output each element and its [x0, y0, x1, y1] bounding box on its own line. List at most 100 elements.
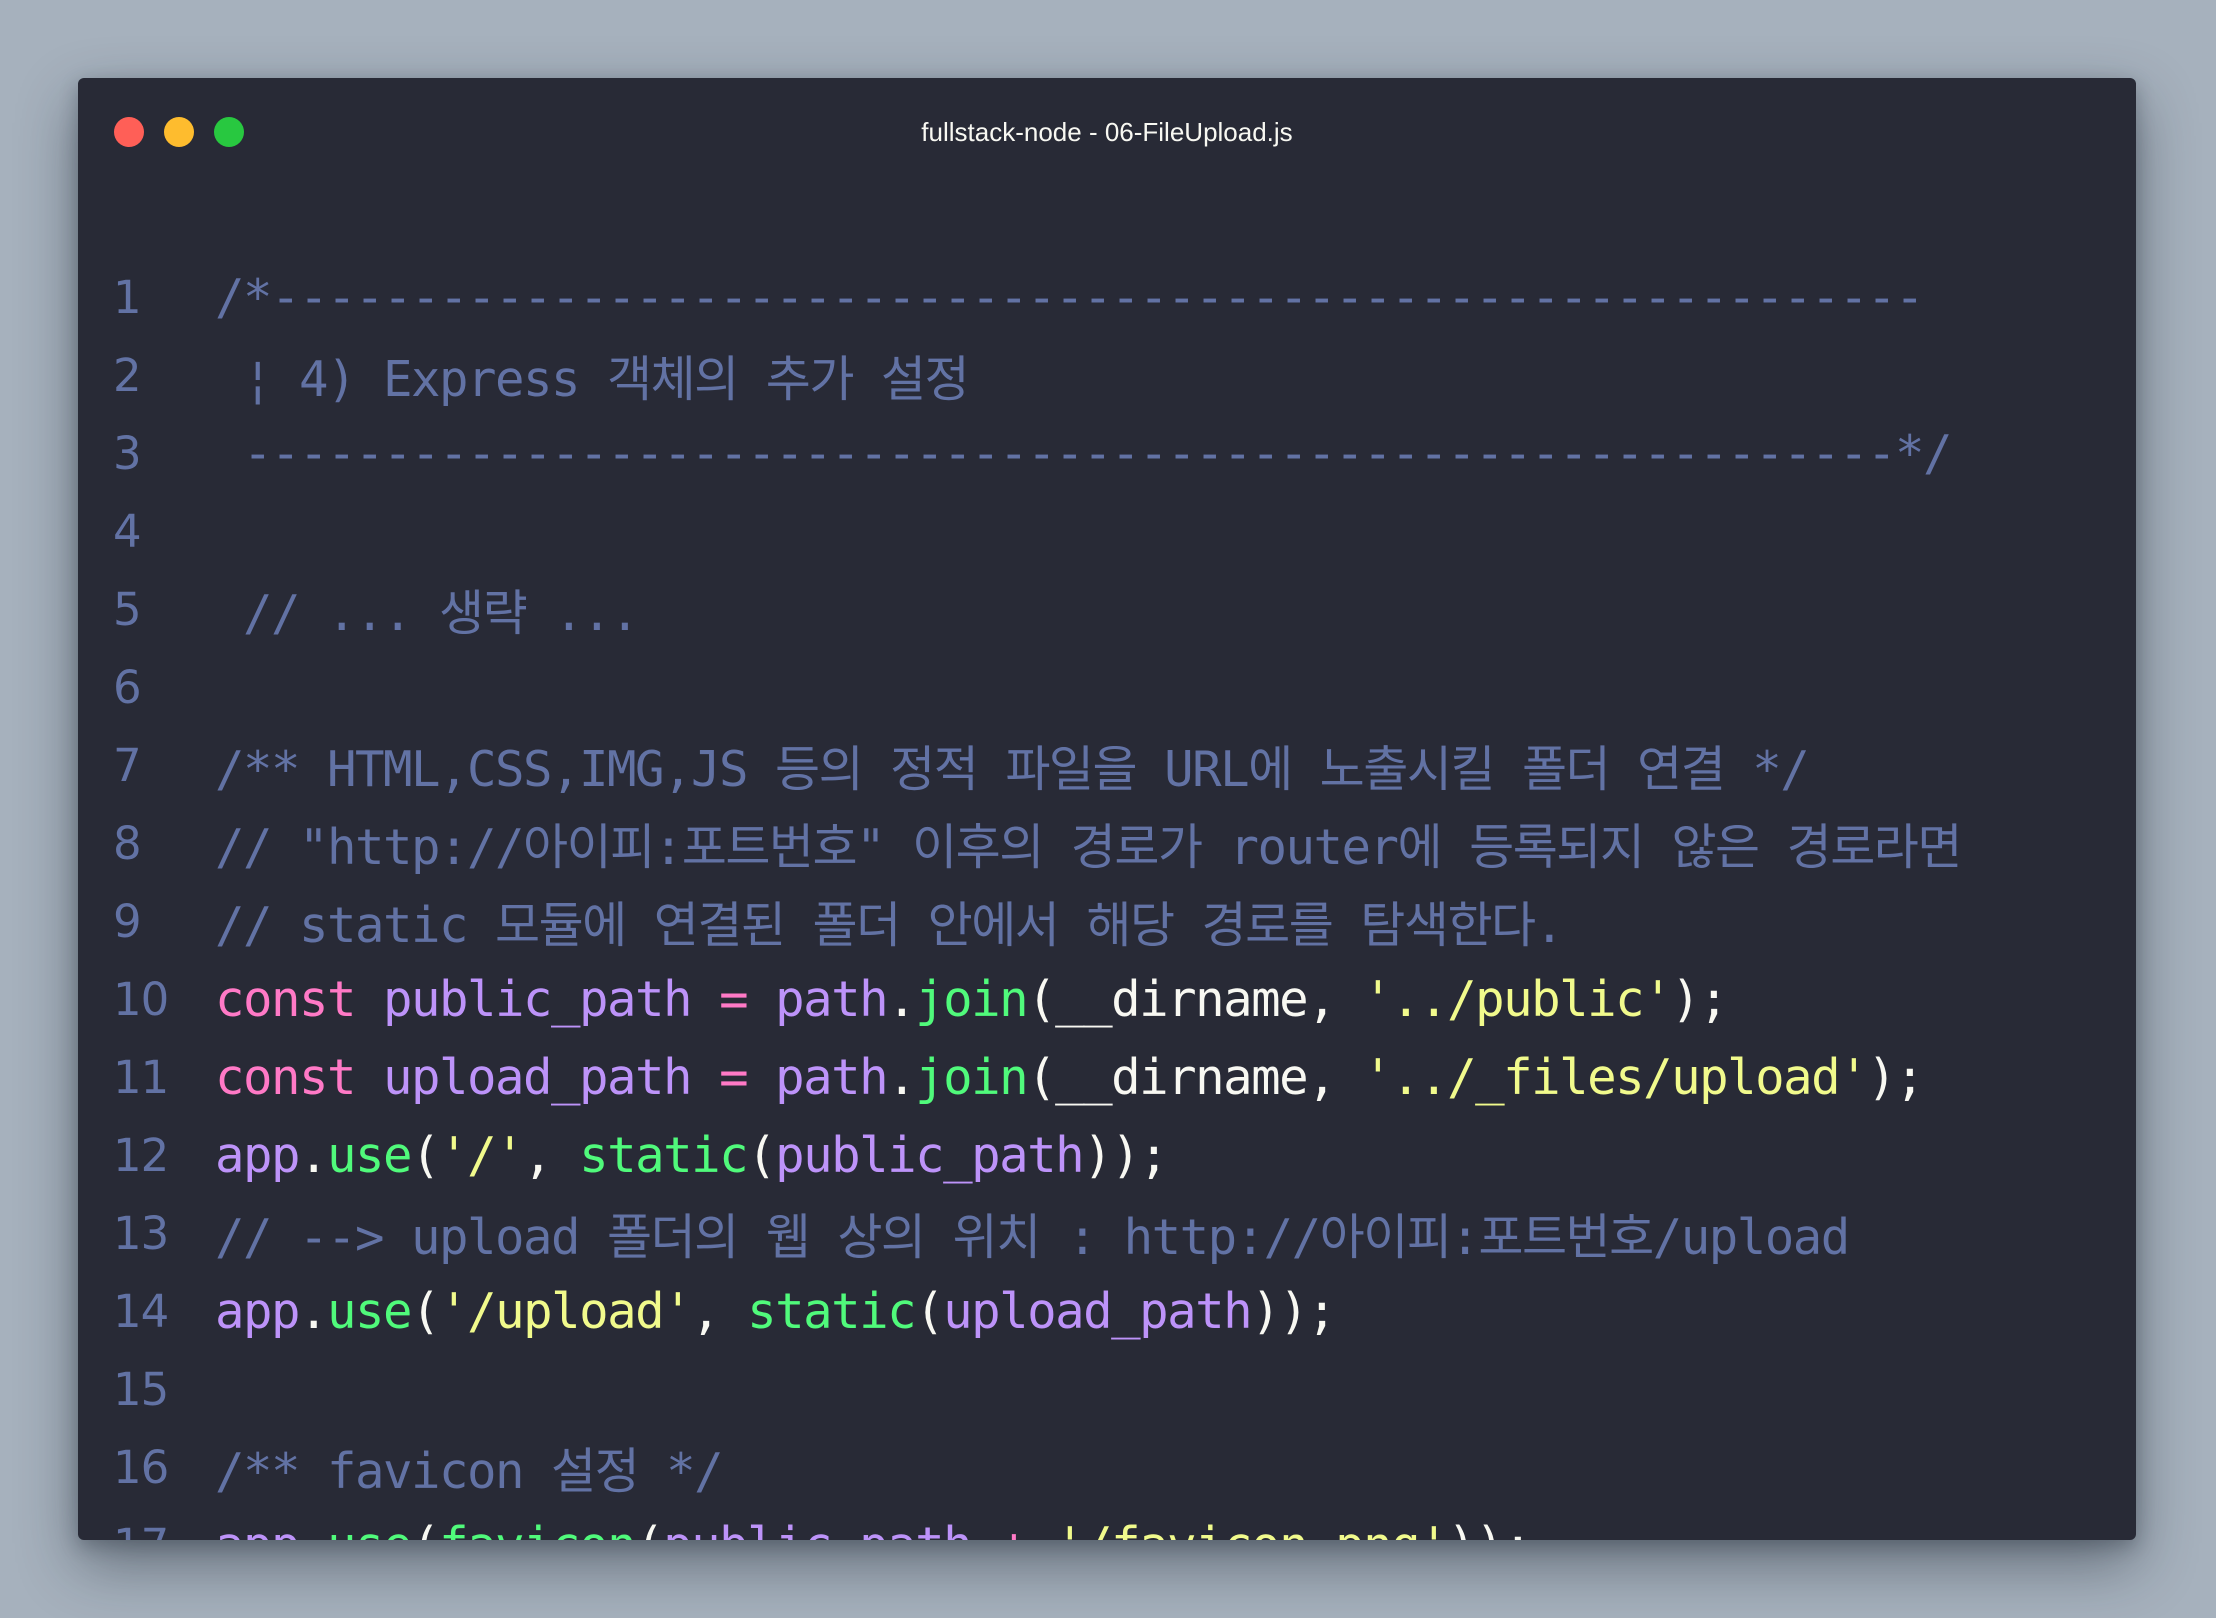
code-token: const [215, 970, 357, 1028]
code-token: , [523, 1126, 580, 1184]
code-token: public_path [383, 970, 693, 1028]
code-token: app [215, 1282, 301, 1340]
code-line[interactable]: 11 const upload_path = path.join(__dirnam… [78, 1038, 1961, 1116]
code-line[interactable]: 6 [78, 648, 1961, 726]
line-number: 14 [113, 1284, 169, 1338]
code-token: ( [747, 1126, 777, 1184]
code-token: app [215, 1517, 301, 1541]
code-token: , [691, 1282, 748, 1340]
code-token: // "http://아이피:포트번호" 이후의 경로가 router에 등록되… [215, 818, 1962, 876]
code-token: /** HTML,CSS,IMG,JS 등의 정적 파일을 URL에 노출시킬 … [215, 740, 1810, 798]
line-content: app.use('/', static(public_path)); [215, 1126, 1169, 1184]
line-content: ----------------------------------------… [215, 424, 1953, 482]
code-token: ¦ 4) Express 객체의 추가 설정 [215, 350, 970, 408]
code-token: ( [411, 1282, 441, 1340]
code-token: public_path [663, 1517, 973, 1541]
line-number: 3 [113, 426, 142, 480]
code-line[interactable]: 3 --------------------------------------… [78, 414, 1961, 492]
code-token: '../_files/upload' [1363, 1048, 1869, 1106]
code-token: )); [1251, 1282, 1337, 1340]
code-line[interactable]: 10 const public_path = path.join(__dirnam… [78, 960, 1961, 1038]
line-content: ¦ 4) Express 객체의 추가 설정 [215, 340, 970, 411]
line-number: 13 [113, 1206, 169, 1260]
line-content: /** favicon 설정 */ [215, 1432, 724, 1503]
line-number: 11 [113, 1050, 169, 1104]
code-line[interactable]: 16 /** favicon 설정 */ [78, 1428, 1961, 1506]
code-token: const [215, 1048, 357, 1106]
line-number: 10 [113, 972, 169, 1026]
line-content: // static 모듈에 연결된 폴더 안에서 해당 경로를 탐색한다. [215, 886, 1564, 957]
code-token: join [915, 970, 1029, 1028]
line-number: 12 [113, 1128, 169, 1182]
code-token: '../public' [1363, 970, 1673, 1028]
code-area[interactable]: 1 /*-------------------------------------… [78, 258, 1962, 1541]
code-token: ( [635, 1517, 665, 1541]
code-token: = [719, 1048, 749, 1106]
code-token: = [719, 970, 749, 1028]
code-line[interactable]: 1 /*-------------------------------------… [78, 258, 1961, 336]
code-line[interactable]: 13 // --> upload 폴더의 웹 상의 위치 : http://아이피… [78, 1194, 1961, 1272]
line-number: 9 [113, 894, 142, 948]
code-token: '/favicon.png' [1055, 1517, 1449, 1541]
code-token: favicon [439, 1517, 637, 1541]
code-line[interactable]: 17app.use(favicon(public_path + '/favico… [78, 1506, 1961, 1541]
code-line[interactable]: 7 /** HTML,CSS,IMG,JS 등의 정적 파일을 URL에 노출시킬… [78, 726, 1961, 804]
code-line[interactable]: 9 // static 모듈에 연결된 폴더 안에서 해당 경로를 탐색한다. [78, 882, 1961, 960]
code-token: // static 모듈에 연결된 폴더 안에서 해당 경로를 탐색한다. [215, 896, 1564, 954]
code-token: (__dirname, [1027, 1048, 1364, 1106]
code-line[interactable]: 2 ¦ 4) Express 객체의 추가 설정 [78, 336, 1961, 414]
code-line[interactable]: 14 app.use('/upload', static(upload_path)… [78, 1272, 1961, 1350]
line-content: // ... 생략 ... [215, 574, 640, 645]
code-line[interactable]: 4 [78, 492, 1961, 570]
code-token: use [327, 1282, 413, 1340]
code-line[interactable]: 5 // ... 생략 ... [78, 570, 1961, 648]
code-token: )); [1083, 1126, 1169, 1184]
code-token: path [775, 1048, 889, 1106]
line-number: 7 [113, 738, 142, 792]
title-bar: fullstack-node - 06-FileUpload.js [78, 78, 2136, 174]
line-number: 15 [113, 1362, 169, 1416]
code-token: ( [411, 1126, 441, 1184]
line-number: 6 [113, 660, 142, 714]
line-number: 8 [113, 816, 142, 870]
code-token: /** favicon 설정 */ [215, 1442, 724, 1500]
code-token: . [887, 1048, 917, 1106]
code-token: /*--------------------------------------… [215, 268, 1925, 326]
line-content: /** HTML,CSS,IMG,JS 등의 정적 파일을 URL에 노출시킬 … [215, 730, 1810, 801]
editor-window: fullstack-node - 06-FileUpload.js 1 /*---… [78, 78, 2136, 1540]
line-number: 16 [113, 1440, 169, 1494]
line-number: 1 [113, 270, 142, 324]
code-token: . [887, 970, 917, 1028]
line-content: app.use('/upload', static(upload_path)); [215, 1282, 1337, 1340]
code-token: ----------------------------------------… [215, 424, 1953, 482]
code-token: use [327, 1517, 413, 1541]
code-token: // ... 생략 ... [215, 584, 640, 642]
line-number: 5 [113, 582, 142, 636]
code-token: '/upload' [439, 1282, 693, 1340]
code-token: path [775, 970, 889, 1028]
code-token: . [299, 1126, 329, 1184]
line-content: const upload_path = path.join(__dirname,… [215, 1048, 1925, 1106]
code-token: + [999, 1517, 1029, 1541]
code-token: static [579, 1126, 749, 1184]
code-token: public_path [775, 1126, 1085, 1184]
line-number: 17 [78, 1519, 215, 1541]
code-line[interactable]: 12 app.use('/', static(public_path)); [78, 1116, 1961, 1194]
code-token: // --> upload 폴더의 웹 상의 위치 : http://아이피:포… [215, 1208, 1850, 1266]
code-token: '/' [439, 1126, 525, 1184]
code-token: )); [1447, 1517, 1533, 1541]
code-token: upload_path [383, 1048, 693, 1106]
code-token: ( [915, 1282, 945, 1340]
code-token: ( [411, 1517, 441, 1541]
code-line[interactable]: 15 [78, 1350, 1961, 1428]
code-token: static [747, 1282, 917, 1340]
code-line[interactable]: 8 // "http://아이피:포트번호" 이후의 경로가 router에 등록… [78, 804, 1962, 882]
